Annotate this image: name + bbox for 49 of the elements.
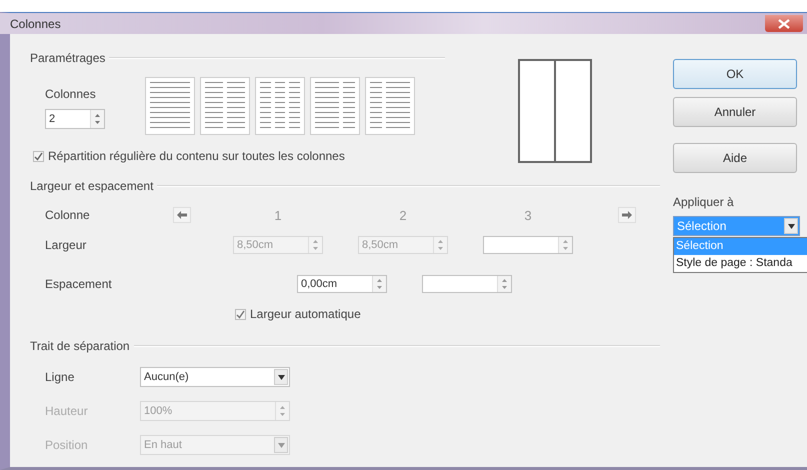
dropdown-option[interactable]: Style de page : Standa [674, 255, 807, 272]
spin-arrows-icon [93, 112, 102, 126]
column-layout-preset[interactable] [310, 77, 360, 135]
spin-arrows-icon [436, 238, 445, 252]
even-distribution-checkbox[interactable]: Répartition régulière du contenu sur toutes les colonnes [33, 149, 345, 163]
separator-label: Hauteur [45, 404, 89, 418]
section-title: Paramétrages [30, 51, 106, 65]
section-title: Trait de séparation [30, 339, 130, 353]
caret-icon [278, 374, 284, 380]
column-number: 2 [398, 208, 408, 222]
auto-width-checkbox[interactable]: Largeur automatique [235, 307, 361, 321]
column-label: Colonne [45, 208, 91, 222]
column-layout-preset[interactable] [255, 77, 305, 135]
spin-arrows-icon [375, 277, 384, 291]
width-spin-field[interactable] [483, 236, 573, 254]
caret-icon [788, 224, 794, 228]
spacing-spin-field[interactable]: 0,00cm [297, 275, 387, 293]
width-label: Largeur [45, 238, 88, 252]
checkmark-icon [236, 310, 245, 318]
checkmark-icon [34, 152, 43, 160]
column-number: 1 [273, 208, 283, 222]
column-layout-preset[interactable] [145, 77, 195, 135]
spin-arrows-icon [311, 238, 320, 252]
previous-column-button[interactable] [173, 207, 191, 223]
spacing-spin-field[interactable] [422, 275, 512, 293]
close-button[interactable] [765, 15, 803, 32]
caret-icon [278, 442, 284, 448]
dialog-button[interactable]: Aide [673, 143, 797, 173]
section-title: Largeur et espacement [30, 179, 154, 193]
window-title: Colonnes [10, 16, 61, 30]
dialog-button[interactable]: OK [673, 59, 797, 89]
separator-dropdown[interactable]: Aucun(e) [140, 367, 290, 387]
left-arrow-icon [177, 211, 187, 219]
column-layout-preset[interactable] [200, 77, 250, 135]
spin-arrows-icon [561, 238, 570, 252]
close-icon [778, 18, 790, 28]
separator-label: Ligne [45, 370, 76, 384]
spin-arrows-icon [278, 404, 287, 418]
apply-to-label: Appliquer à [673, 195, 735, 209]
column-number: 3 [523, 208, 533, 222]
right-arrow-icon [622, 211, 632, 219]
column-layout-preset[interactable] [365, 77, 415, 135]
spin-arrows-icon [500, 277, 509, 291]
columns-label: Colonnes [45, 87, 97, 101]
separator-label: Position [45, 438, 89, 452]
dialog-button[interactable]: Annuler [673, 97, 797, 127]
columns-spin-field[interactable]: 2 [45, 109, 105, 129]
next-column-button[interactable] [618, 207, 636, 223]
spacing-label: Espacement [45, 277, 113, 291]
